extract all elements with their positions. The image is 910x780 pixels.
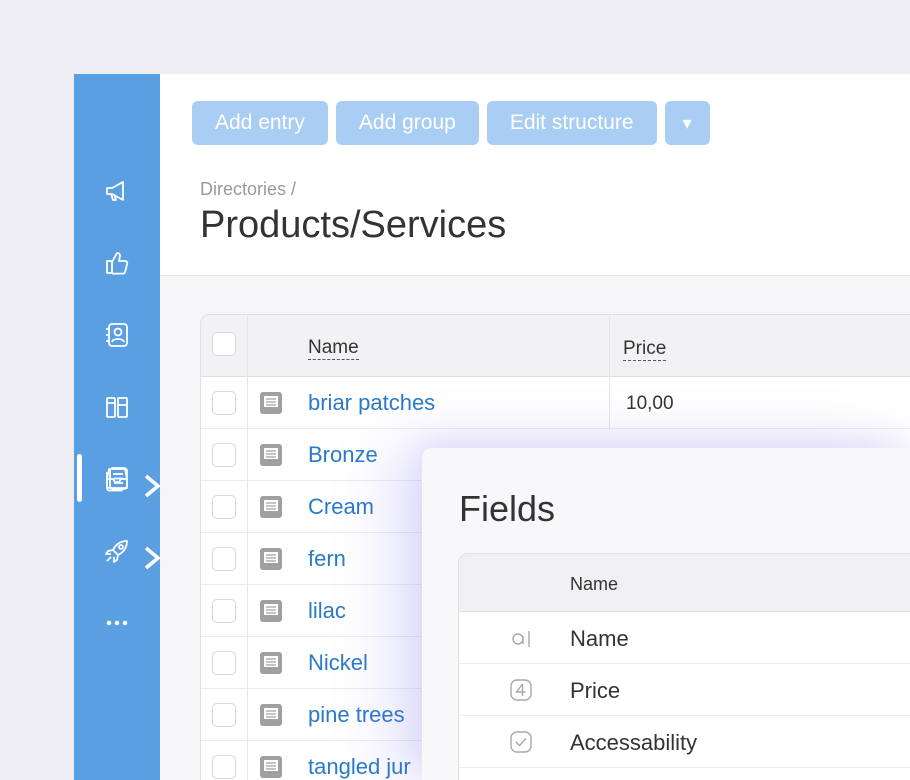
field-row[interactable]: Price [459,664,910,716]
breadcrumb[interactable]: Directories / [200,179,296,200]
column-header-name[interactable]: Name [570,574,618,595]
entry-link[interactable]: Cream [308,494,374,520]
row-checkbox[interactable] [212,443,236,467]
field-row[interactable]: Name [459,612,910,664]
page-title: Products/Services [200,204,507,246]
edit-structure-button[interactable]: Edit structure [486,101,657,145]
list-document-icon [106,467,128,492]
add-entry-button[interactable]: Add entry [192,101,328,145]
add-group-button[interactable]: Add group [335,101,479,145]
checkbox-field-icon [510,731,532,753]
text-field-icon [512,631,530,647]
sidebar-item-announcements[interactable] [74,169,160,213]
sidebar-item-launch[interactable] [74,529,161,573]
fields-table: Name Name Price Accessability [458,553,910,780]
row-checkbox[interactable] [212,391,236,415]
sidebar-item-directories[interactable] [74,457,160,501]
entry-icon [260,652,282,674]
table-header: Name Price [201,315,910,377]
megaphone-icon [106,181,124,201]
row-checkbox[interactable] [212,599,236,623]
more-dots-icon [106,620,128,626]
row-checkbox[interactable] [212,495,236,519]
field-name: Price [570,678,621,703]
row-checkbox[interactable] [212,651,236,675]
rocket-icon [105,540,128,563]
field-name: Name [570,626,629,651]
sidebar-item-likes[interactable] [74,241,160,285]
entry-link[interactable]: tangled jur [308,754,411,780]
column-header-price[interactable]: Price [623,338,667,361]
thumbs-up-icon [106,252,129,275]
column-header-name[interactable]: Name [308,337,359,360]
sidebar-item-library[interactable] [74,385,160,429]
field-name: Accessability [570,730,698,755]
book-columns-icon [106,397,128,418]
column-divider [247,315,248,780]
entry-link[interactable]: pine trees [308,702,405,728]
entry-link[interactable]: briar patches [308,390,435,416]
entry-icon [260,496,282,518]
entry-price: 10,00 [626,393,674,414]
entry-link[interactable]: Nickel [308,650,368,676]
select-all-checkbox[interactable] [212,332,236,356]
entry-icon [260,600,282,622]
entry-icon [260,704,282,726]
entry-link[interactable]: lilac [308,598,346,624]
field-row[interactable]: Accessability [459,716,910,768]
toolbar: Add entry Add group Edit structure ▾ [192,101,710,145]
table-row[interactable]: briar patches 10,00 [201,377,910,429]
column-divider [609,315,610,430]
contact-card-icon [106,323,128,347]
entry-icon [260,392,282,414]
row-checkbox[interactable] [212,755,236,779]
fields-panel: Fields Name Name Price Accessability [422,448,910,780]
sidebar [74,74,161,780]
sidebar-item-more[interactable] [74,601,160,645]
fields-table-header: Name [459,554,910,612]
row-checkbox[interactable] [212,547,236,571]
entry-icon [260,548,282,570]
entry-icon [260,444,282,466]
row-checkbox[interactable] [212,703,236,727]
fields-panel-title: Fields [459,488,556,529]
sidebar-item-contacts[interactable] [74,313,160,357]
number-field-icon [510,679,532,701]
entry-link[interactable]: Bronze [308,442,378,468]
more-actions-dropdown[interactable]: ▾ [664,101,710,145]
entry-link[interactable]: fern [308,546,346,572]
entry-icon [260,756,282,778]
